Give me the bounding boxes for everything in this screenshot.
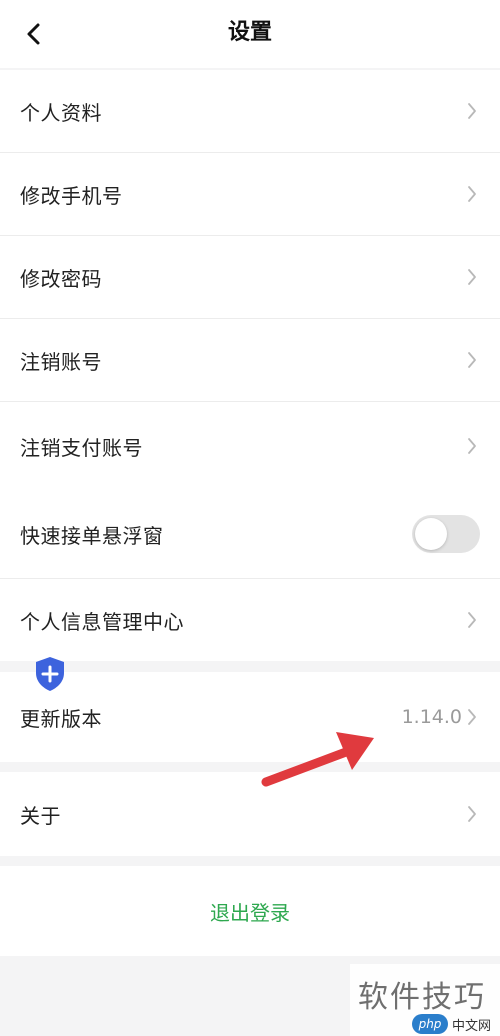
- settings-item-change-password[interactable]: 修改密码: [0, 236, 500, 318]
- settings-item-change-phone[interactable]: 修改手机号: [0, 153, 500, 235]
- annotation-arrow-icon: [261, 732, 374, 787]
- site-name: 中文网: [452, 1018, 492, 1034]
- settings-item-about[interactable]: 关于: [0, 772, 500, 856]
- settings-item-label: 更新版本: [20, 706, 102, 731]
- settings-item-quick-order-float: 快速接单悬浮窗: [0, 490, 500, 578]
- settings-item-label: 修改密码: [20, 266, 102, 291]
- top-bar: 设置: [0, 0, 500, 68]
- chevron-right-icon: [464, 350, 480, 370]
- settings-item-label: 个人资料: [20, 100, 102, 125]
- chevron-right-icon: [464, 610, 480, 630]
- settings-item-profile[interactable]: 个人资料: [0, 70, 500, 152]
- php-logo: php: [412, 1014, 448, 1034]
- version-value: 1.14.0: [401, 706, 462, 728]
- chevron-right-icon: [464, 436, 480, 456]
- settings-item-update-version[interactable]: 更新版本 1.14.0: [0, 672, 500, 762]
- settings-item-label: 快速接单悬浮窗: [20, 523, 164, 548]
- logout-label: 退出登录: [210, 900, 290, 925]
- watermark-text: 软件技巧: [358, 980, 486, 1015]
- settings-screen: 设置 个人资料 修改手机号 修改密码 注销账号 注销支付账号 快速接单悬浮窗 个…: [0, 0, 500, 1036]
- chevron-right-icon: [464, 804, 480, 824]
- toggle-knob: [415, 518, 447, 550]
- settings-item-cancel-payment-account[interactable]: 注销支付账号: [0, 402, 500, 490]
- settings-item-label: 注销账号: [20, 349, 102, 374]
- chevron-right-icon: [464, 267, 480, 287]
- page-title: 设置: [227, 20, 272, 45]
- php-site-badge: php 中文网: [412, 1014, 491, 1034]
- settings-item-label: 修改手机号: [20, 183, 123, 208]
- chevron-right-icon: [464, 101, 480, 121]
- chevron-right-icon: [464, 184, 480, 204]
- settings-item-privacy-center[interactable]: 个人信息管理中心: [0, 579, 500, 661]
- chevron-right-icon: [464, 707, 480, 727]
- settings-item-label: 关于: [20, 803, 61, 828]
- settings-item-label: 注销支付账号: [20, 435, 143, 460]
- logout-button[interactable]: 退出登录: [0, 866, 500, 956]
- shield-plus-icon[interactable]: [34, 656, 66, 692]
- settings-item-label: 个人信息管理中心: [20, 609, 184, 634]
- settings-item-cancel-account[interactable]: 注销账号: [0, 319, 500, 401]
- quick-order-float-toggle[interactable]: [412, 515, 480, 553]
